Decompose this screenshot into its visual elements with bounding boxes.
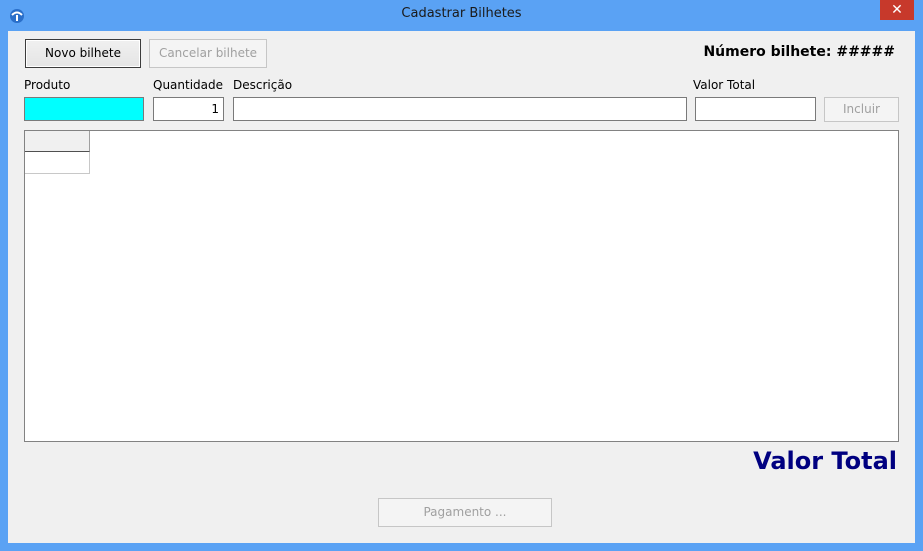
close-icon: ✕ — [891, 2, 903, 18]
ticket-number: Número bilhete: ##### — [703, 44, 895, 60]
cancelar-bilhete-button[interactable]: Cancelar bilhete — [149, 39, 267, 68]
incluir-label: Incluir — [843, 102, 880, 116]
valor-total-display: Valor Total — [753, 447, 897, 475]
items-grid[interactable] — [24, 130, 899, 442]
quantidade-value: 1 — [211, 102, 219, 116]
window-title: Cadastrar Bilhetes — [401, 6, 522, 21]
descricao-field[interactable] — [233, 97, 687, 121]
close-button[interactable]: ✕ — [880, 0, 914, 20]
novo-bilhete-label: Novo bilhete — [45, 46, 121, 60]
app-window: Cadastrar Bilhetes ✕ Novo bilhete Cancel… — [0, 0, 923, 551]
valor-total-field[interactable] — [695, 97, 816, 121]
quantidade-field[interactable]: 1 — [153, 97, 224, 121]
cancelar-bilhete-label: Cancelar bilhete — [158, 46, 258, 60]
novo-bilhete-button[interactable]: Novo bilhete — [25, 39, 141, 68]
pagamento-button[interactable]: Pagamento ... — [378, 498, 552, 527]
grid-header-cell[interactable] — [25, 131, 90, 152]
title-bar[interactable]: Cadastrar Bilhetes ✕ — [0, 0, 923, 31]
produto-label: Produto — [24, 78, 71, 92]
incluir-button[interactable]: Incluir — [824, 97, 899, 122]
quantidade-label: Quantidade — [153, 78, 224, 92]
valor-total-label: Valor Total — [693, 78, 756, 92]
pagamento-label: Pagamento ... — [423, 505, 507, 519]
descricao-label: Descrição — [233, 78, 293, 92]
produto-field[interactable] — [24, 97, 144, 121]
grid-row-cell[interactable] — [25, 152, 90, 174]
client-area: Novo bilhete Cancelar bilhete Número bil… — [8, 31, 915, 543]
